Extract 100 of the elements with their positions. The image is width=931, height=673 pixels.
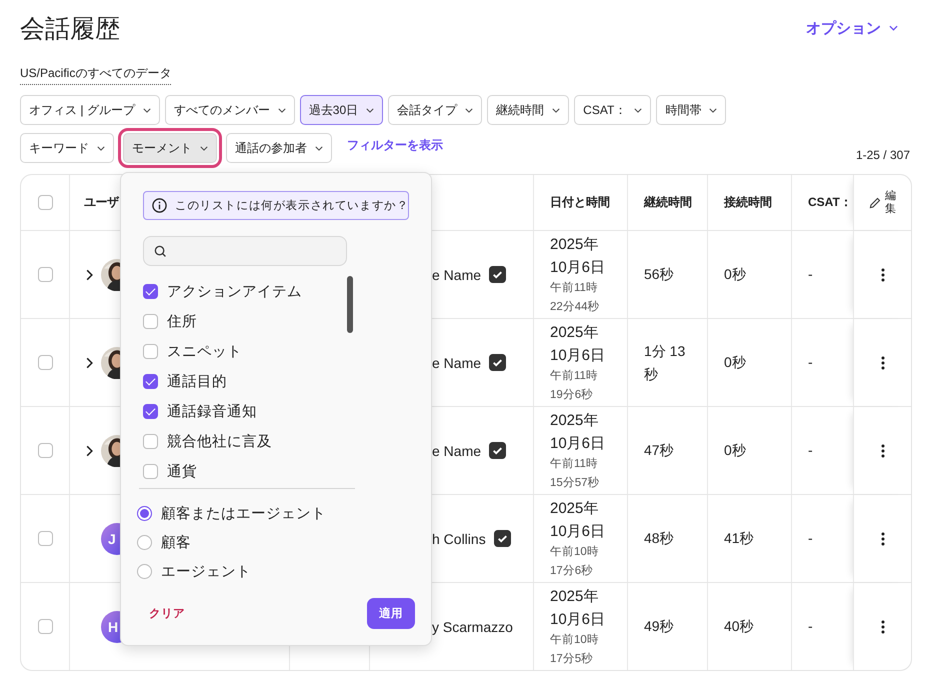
speaker-radio[interactable] xyxy=(137,535,152,550)
moment-checkbox[interactable] xyxy=(143,314,158,328)
call-time: 午前10時17分6秒 xyxy=(550,544,600,579)
clear-button[interactable]: クリア xyxy=(143,606,191,621)
search-field[interactable] xyxy=(143,236,347,266)
filter-dropdown[interactable]: オフィス | グループ xyxy=(20,95,160,125)
moment-checkbox[interactable] xyxy=(143,344,158,358)
chevron-down-icon xyxy=(552,108,560,112)
moment-label: スニペット xyxy=(167,342,242,360)
filter-dropdown[interactable]: 時間帯 xyxy=(656,95,726,125)
chevron-down-icon xyxy=(889,25,898,31)
user-name: e Name xyxy=(432,442,482,458)
csat-cell-text: - xyxy=(808,353,813,372)
call-date: 2025年10月6日 xyxy=(550,498,606,542)
speaker-radio[interactable] xyxy=(137,506,152,521)
moment-checkbox[interactable] xyxy=(143,284,158,298)
call-date: 2025年10月6日 xyxy=(550,234,606,278)
connect-time-cell-text: 41秒 xyxy=(724,529,754,548)
column-header: 日付と時間 xyxy=(550,194,610,211)
moment-checkbox[interactable] xyxy=(143,374,158,388)
pencil-icon xyxy=(869,196,881,208)
chevron-down-icon xyxy=(465,108,474,112)
chevron-down-icon xyxy=(366,108,374,112)
filter-dropdown[interactable]: CSAT： xyxy=(574,95,652,125)
call-time: 午前11時22分44秒 xyxy=(550,280,601,315)
row-checkbox[interactable] xyxy=(38,531,52,546)
search-icon xyxy=(154,244,167,258)
more-options-icon[interactable] xyxy=(880,532,884,546)
user-name: h Collins xyxy=(432,530,486,546)
moment-label: 通話録音通知 xyxy=(167,402,257,420)
page-title: 会話履歴 xyxy=(20,14,120,44)
duration-cell-text: 1分 13秒 xyxy=(644,342,686,384)
info-banner[interactable]: このリストには何が表示されていますか？ xyxy=(143,191,409,220)
row-checkbox[interactable] xyxy=(38,355,52,370)
show-filters-link[interactable]: フィルターを表示 xyxy=(347,136,443,154)
more-options-icon[interactable] xyxy=(880,620,884,634)
csat-cell-text: - xyxy=(808,265,813,284)
result-count: 1-25 / 307 xyxy=(856,148,910,162)
select-all-checkbox[interactable] xyxy=(38,195,52,210)
connect-time-cell-text: 0秒 xyxy=(724,353,746,372)
row-checkbox[interactable] xyxy=(38,443,52,458)
user-name: y Scarmazzo xyxy=(432,618,513,634)
duration-cell-text: 47秒 xyxy=(644,441,674,460)
filter-dropdown[interactable]: すべてのメンバー xyxy=(164,95,295,125)
apply-button[interactable]: 適用 xyxy=(367,598,415,629)
column-header: CSAT： xyxy=(808,194,852,211)
connect-time-cell-text: 40秒 xyxy=(724,617,754,636)
row-checkbox[interactable] xyxy=(38,267,52,282)
chevron-down-icon xyxy=(142,108,151,112)
column-header: ユーザ xyxy=(84,194,118,211)
call-date: 2025年10月6日 xyxy=(550,322,606,366)
chevron-right-icon[interactable] xyxy=(86,268,93,280)
speaker-radio[interactable] xyxy=(137,564,152,579)
more-options-icon[interactable] xyxy=(880,268,884,282)
speaker-label: 顧客またはエージェント xyxy=(161,504,326,523)
moment-label: 住所 xyxy=(167,312,197,330)
filter-dropdown[interactable]: 継続時間 xyxy=(487,95,570,125)
user-name: e Name xyxy=(432,354,482,370)
scrollbar-thumb[interactable] xyxy=(347,276,353,333)
moment-checkbox[interactable] xyxy=(143,464,158,478)
filter-dropdown[interactable]: キーワード xyxy=(20,133,114,163)
filter-dropdown[interactable]: 会話タイプ xyxy=(388,95,482,125)
call-date: 2025年10月6日 xyxy=(550,410,606,454)
moment-label: 競合他社に言及 xyxy=(167,432,272,450)
info-text: このリストには何が表示されていますか？ xyxy=(175,198,409,213)
chevron-down-icon xyxy=(97,146,105,150)
csat-cell-text: - xyxy=(808,529,813,548)
chevron-right-icon[interactable] xyxy=(86,444,93,456)
csat-cell-text: - xyxy=(808,617,813,636)
moment-checkbox[interactable] xyxy=(143,404,158,418)
filter-dropdown[interactable]: 通話の参加者 xyxy=(226,133,332,163)
timezone-link[interactable]: US/Pacificのすべてのデータ xyxy=(20,65,172,85)
moment-label: 通貨 xyxy=(167,462,197,480)
call-time: 午前10時17分5秒 xyxy=(550,632,600,667)
duration-cell-text: 49秒 xyxy=(644,617,674,636)
column-header: 接続時間 xyxy=(724,194,772,211)
call-time: 午前11時15分57秒 xyxy=(550,456,601,491)
speaker-label: エージェント xyxy=(161,563,251,581)
duration-cell-text: 56秒 xyxy=(644,265,674,284)
moment-label: アクションアイテム xyxy=(167,282,302,300)
chevron-down-icon xyxy=(315,146,323,150)
options-menu-button[interactable]: オプション xyxy=(806,18,910,38)
connect-time-cell-text: 0秒 xyxy=(724,441,746,460)
more-options-icon[interactable] xyxy=(880,356,884,370)
chevron-down-icon xyxy=(634,108,642,112)
connect-time-cell-text: 0秒 xyxy=(724,265,746,284)
row-checkbox[interactable] xyxy=(38,619,52,634)
chevron-down-icon xyxy=(278,108,286,112)
moment-checkbox[interactable] xyxy=(143,434,158,448)
user-name: e Name xyxy=(432,266,482,282)
filter-dropdown[interactable]: 過去30日 xyxy=(300,95,384,125)
moment-label: 通話目的 xyxy=(167,372,227,390)
duration-cell-text: 48秒 xyxy=(644,529,674,548)
edit-columns-link[interactable]: 編集 xyxy=(885,190,896,215)
chevron-down-icon xyxy=(709,108,718,112)
speaker-label: 顧客 xyxy=(161,534,191,552)
csat-cell-text: - xyxy=(808,441,813,460)
chevron-right-icon[interactable] xyxy=(86,356,93,368)
column-header: 継続時間 xyxy=(644,194,692,211)
more-options-icon[interactable] xyxy=(880,444,884,458)
